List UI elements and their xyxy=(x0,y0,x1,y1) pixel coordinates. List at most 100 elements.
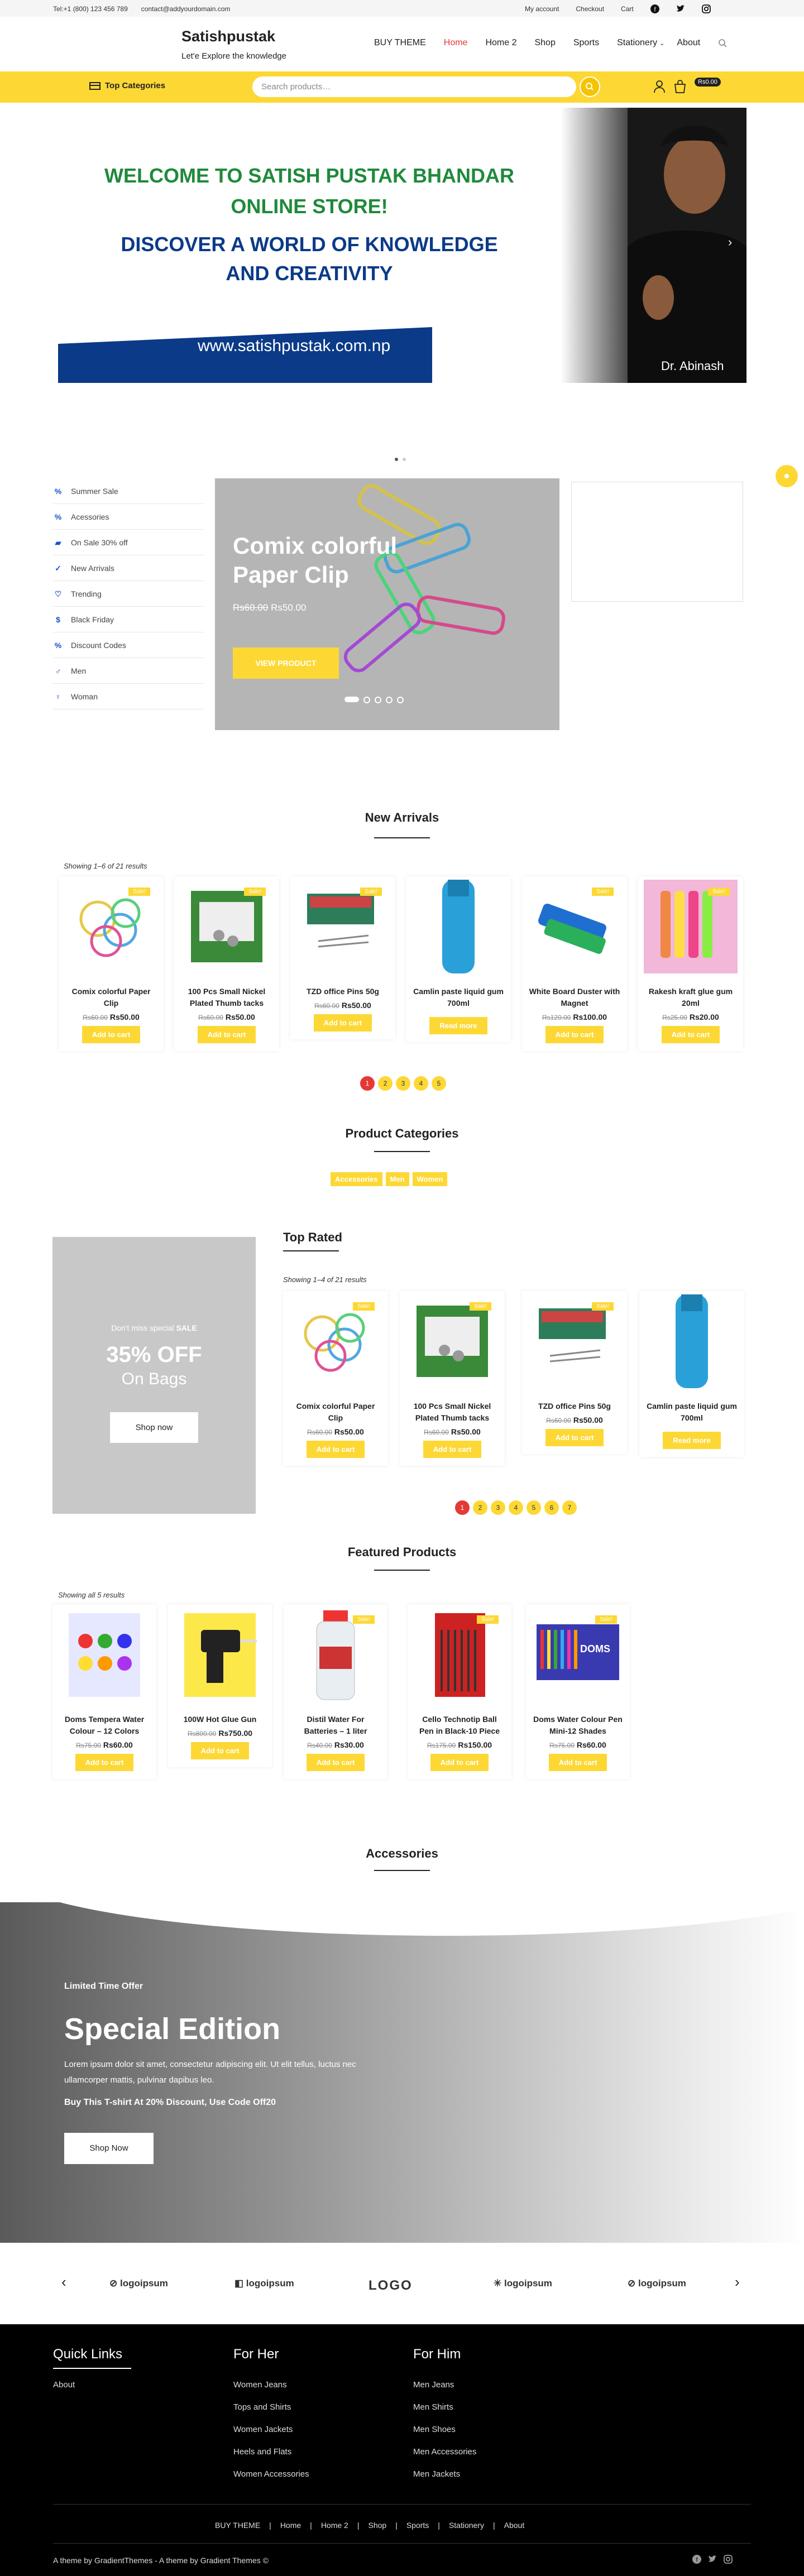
product-card[interactable]: Sale! Cello Technotip Ball Pen in Black-… xyxy=(408,1604,511,1779)
page-link[interactable]: 1 xyxy=(360,1076,375,1091)
nav-home[interactable]: Home xyxy=(444,38,468,48)
slider-dot-active[interactable] xyxy=(344,697,359,702)
page-link[interactable]: 5 xyxy=(432,1076,446,1091)
nav-stationery[interactable]: Stationery xyxy=(617,38,657,48)
facebook-icon[interactable]: f xyxy=(650,4,659,13)
footer-link[interactable]: Women Jackets xyxy=(233,2425,293,2434)
footer-menu-link[interactable]: BUY THEME xyxy=(215,2521,260,2530)
footer-link[interactable]: Men Shirts xyxy=(413,2402,453,2412)
product-image[interactable] xyxy=(645,1294,739,1388)
add-to-cart-button[interactable]: Add to cart xyxy=(548,1754,607,1771)
carousel-next-icon[interactable]: › xyxy=(735,2273,740,2291)
carousel-prev-icon[interactable]: ‹ xyxy=(61,2273,66,2291)
product-card[interactable]: Sale! Distil Water For Batteries – 1 lit… xyxy=(284,1604,387,1779)
nav-about[interactable]: About xyxy=(677,38,700,48)
add-to-cart-button[interactable]: Add to cart xyxy=(75,1754,134,1771)
page-link[interactable]: 3 xyxy=(491,1500,505,1515)
add-to-cart-button[interactable]: Add to cart xyxy=(545,1429,604,1446)
cart-total-badge[interactable]: Rs0.00 xyxy=(695,78,721,87)
product-title[interactable]: 100 Pcs Small Nickel Plated Thumb tacks xyxy=(174,986,279,1009)
add-to-cart-button[interactable]: Add to cart xyxy=(197,1026,256,1043)
sale-promo-banner[interactable]: Don't miss special SALE 35% OFF On Bags … xyxy=(52,1237,256,1514)
product-card[interactable]: Sale! White Board Duster with Magnet Rs1… xyxy=(522,876,627,1051)
add-to-cart-button[interactable]: Add to cart xyxy=(423,1441,482,1458)
category-chip-accessories[interactable]: Accessories xyxy=(331,1172,382,1186)
footer-link[interactable]: Men Jeans xyxy=(413,2380,454,2390)
shop-now-button[interactable]: Shop now xyxy=(110,1412,198,1443)
product-title[interactable]: Distil Water For Batteries – 1 liter xyxy=(284,1714,387,1737)
product-image[interactable]: Sale! xyxy=(644,880,738,973)
page-link[interactable]: 4 xyxy=(414,1076,428,1091)
product-title[interactable]: Camlin paste liquid gum 700ml xyxy=(639,1400,744,1424)
sidebar-item-woman[interactable]: ♀ Woman xyxy=(53,684,204,709)
sidebar-item-discount-codes[interactable]: % Discount Codes xyxy=(53,632,204,658)
slider-dot[interactable] xyxy=(375,697,381,703)
page-link[interactable]: 6 xyxy=(544,1500,559,1515)
page-link[interactable]: 7 xyxy=(562,1500,577,1515)
add-to-cart-button[interactable]: Add to cart xyxy=(306,1441,365,1458)
page-link[interactable]: 2 xyxy=(473,1500,487,1515)
product-image[interactable]: Sale! xyxy=(64,880,158,973)
product-image[interactable]: Sale! xyxy=(289,1608,382,1701)
checkout-link[interactable]: Checkout xyxy=(576,5,604,13)
nav-buy-theme[interactable]: BUY THEME xyxy=(374,38,426,48)
slider-dot[interactable] xyxy=(397,697,404,703)
twitter-icon[interactable] xyxy=(708,2555,717,2564)
footer-link[interactable]: Men Shoes xyxy=(413,2425,456,2434)
footer-menu-link[interactable]: Home xyxy=(280,2521,301,2530)
product-image[interactable] xyxy=(411,880,505,973)
sidebar-item-acessories[interactable]: % Acessories xyxy=(53,504,204,530)
my-account-link[interactable]: My account xyxy=(525,5,559,13)
top-categories-button[interactable]: Top Categories xyxy=(89,81,165,90)
sidebar-item-new-arrivals[interactable]: ✓ New Arrivals xyxy=(53,555,204,581)
product-image[interactable]: Sale! xyxy=(296,880,390,973)
footer-menu-link[interactable]: Stationery xyxy=(449,2521,484,2530)
add-to-cart-button[interactable]: Add to cart xyxy=(545,1026,604,1043)
page-link[interactable]: 4 xyxy=(509,1500,523,1515)
product-card[interactable]: DOMS Sale! Doms Water Colour Pen Mini-12 … xyxy=(526,1604,630,1779)
page-link[interactable]: 5 xyxy=(527,1500,541,1515)
product-image[interactable]: Sale! xyxy=(413,1608,506,1701)
sidebar-item-summer-sale[interactable]: % Summer Sale xyxy=(53,478,204,504)
add-to-cart-button[interactable]: Add to cart xyxy=(82,1026,141,1043)
product-card[interactable]: Sale! 100 Pcs Small Nickel Plated Thumb … xyxy=(400,1291,505,1466)
instagram-icon[interactable] xyxy=(701,4,711,13)
product-image[interactable]: DOMS Sale! xyxy=(531,1608,625,1701)
product-image[interactable]: Sale! xyxy=(528,880,621,973)
page-link[interactable]: 2 xyxy=(378,1076,393,1091)
footer-link[interactable]: Women Jeans xyxy=(233,2380,287,2390)
user-icon[interactable] xyxy=(653,80,666,93)
twitter-icon[interactable] xyxy=(676,4,685,13)
slider-dot[interactable] xyxy=(363,697,370,703)
product-image[interactable]: Sale! xyxy=(180,880,274,973)
read-more-button[interactable]: Read more xyxy=(429,1017,487,1034)
product-image[interactable]: Sale! xyxy=(528,1294,621,1388)
search-button[interactable] xyxy=(580,76,600,97)
product-title[interactable]: Comix colorful Paper Clip xyxy=(59,986,164,1009)
product-title[interactable]: TZD office Pins 50g xyxy=(522,1400,627,1412)
view-product-button[interactable]: VIEW PRODUCT xyxy=(233,647,339,679)
footer-menu-link[interactable]: Shop xyxy=(368,2521,386,2530)
footer-menu-link[interactable]: About xyxy=(504,2521,525,2530)
product-title[interactable]: 100 Pcs Small Nickel Plated Thumb tacks xyxy=(400,1400,505,1424)
facebook-icon[interactable]: f xyxy=(692,2555,701,2564)
product-card[interactable]: Sale! TZD office Pins 50g Rs60.00 Rs50.00… xyxy=(290,876,395,1039)
add-to-cart-button[interactable]: Add to cart xyxy=(313,1014,372,1032)
category-chip-men[interactable]: Men xyxy=(385,1172,409,1186)
site-title[interactable]: Satishpustak xyxy=(181,28,275,45)
footer-link[interactable]: About xyxy=(53,2380,75,2390)
slider-dot[interactable] xyxy=(386,697,393,703)
product-title[interactable]: Comix colorful Paper Clip xyxy=(283,1400,388,1424)
product-card[interactable]: Sale! Rakesh kraft glue gum 20ml Rs25.00… xyxy=(638,876,743,1051)
product-card[interactable]: Sale! 100 Pcs Small Nickel Plated Thumb … xyxy=(174,876,279,1051)
product-card[interactable]: 100W Hot Glue Gun Rs800.00 Rs750.00 Add t… xyxy=(168,1604,272,1767)
product-card[interactable]: Camlin paste liquid gum 700ml Read more xyxy=(639,1291,744,1457)
category-chip-women[interactable]: Women xyxy=(412,1172,448,1186)
product-image[interactable]: Sale! xyxy=(289,1294,382,1388)
search-input[interactable]: Search products… xyxy=(252,76,576,97)
footer-menu-link[interactable]: Home 2 xyxy=(321,2521,348,2530)
product-title[interactable]: TZD office Pins 50g xyxy=(290,986,395,997)
nav-home-2[interactable]: Home 2 xyxy=(485,38,516,48)
product-card[interactable]: Sale! Comix colorful Paper Clip Rs60.00 R… xyxy=(59,876,164,1051)
page-link[interactable]: 3 xyxy=(396,1076,410,1091)
